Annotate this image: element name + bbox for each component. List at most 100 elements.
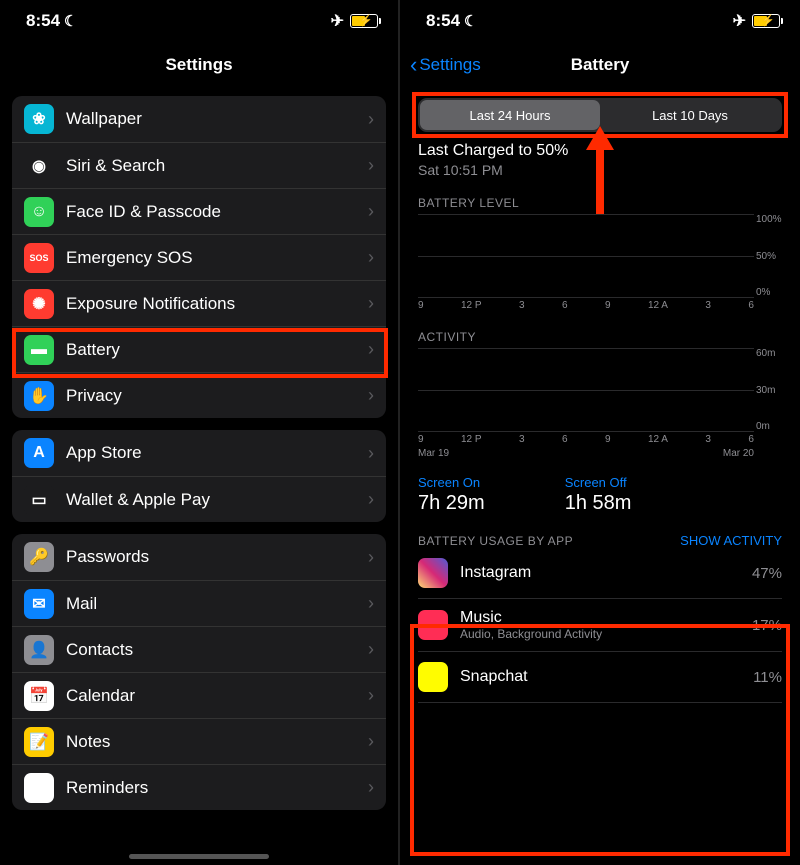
usage-row[interactable]: MusicAudio, Background Activity17%	[418, 599, 782, 652]
siri-icon: ◉	[24, 151, 54, 181]
usage-row[interactable]: Instagram47%	[418, 548, 782, 599]
battery-screen: 8:54☾ ✈ ⚡ ‹Settings Battery Last 24 Hour…	[400, 0, 800, 865]
nav-bar: ‹Settings Battery	[400, 42, 800, 88]
privacy-icon: ✋	[24, 381, 54, 411]
home-indicator[interactable]	[129, 854, 269, 859]
page-title: Battery	[571, 55, 630, 75]
screen-off-value: 1h 58m	[565, 492, 632, 515]
back-button[interactable]: ‹Settings	[410, 52, 481, 78]
screen-on-label: Screen On	[418, 475, 485, 490]
chevron-left-icon: ‹	[410, 52, 417, 78]
calendar-icon: 📅	[24, 681, 54, 711]
status-bar: 8:54☾ ✈ ⚡	[400, 0, 800, 42]
chevron-right-icon: ›	[368, 385, 374, 406]
row-privacy[interactable]: ✋Privacy›	[12, 372, 386, 418]
row-label: Face ID & Passcode	[66, 202, 368, 222]
row-passwords[interactable]: 🔑 Passwords›	[12, 534, 386, 580]
appstore-icon: A	[24, 438, 54, 468]
screen-time-row: Screen On 7h 29m Screen Off 1h 58m	[418, 475, 782, 515]
chevron-right-icon: ›	[368, 201, 374, 222]
chevron-right-icon: ›	[368, 639, 374, 660]
reminders-icon: ☑	[24, 773, 54, 803]
row-label: Reminders	[66, 778, 368, 798]
row-notes[interactable]: 📝Notes›	[12, 718, 386, 764]
app-icon	[418, 558, 448, 588]
row-label: Wallet & Apple Pay	[66, 490, 368, 510]
chevron-right-icon: ›	[368, 547, 374, 568]
row-label: Siri & Search	[66, 156, 368, 176]
row-sos[interactable]: SOS Emergency SOS›	[12, 234, 386, 280]
airplane-icon: ✈	[733, 11, 746, 31]
status-bar: 8:54☾ ✈ ⚡	[0, 0, 398, 42]
row-calendar[interactable]: 📅 Calendar›	[12, 672, 386, 718]
app-name: Instagram	[460, 564, 752, 582]
row-label: Wallpaper	[66, 109, 368, 129]
chevron-right-icon: ›	[368, 109, 374, 130]
settings-list[interactable]: ❀Wallpaper›◉Siri & Search›☺Face ID & Pas…	[0, 88, 398, 865]
notes-icon: 📝	[24, 727, 54, 757]
row-wallet[interactable]: ▭ Wallet & Apple Pay›	[12, 476, 386, 522]
usage-list: Instagram47%MusicAudio, Background Activ…	[418, 548, 782, 703]
moon-icon: ☾	[64, 13, 77, 30]
seg-10d[interactable]: Last 10 Days	[600, 100, 780, 130]
show-activity-button[interactable]: SHOW ACTIVITY	[680, 533, 782, 548]
airplane-icon: ✈	[331, 11, 344, 31]
chevron-right-icon: ›	[368, 593, 374, 614]
battery-level-chart: 100%50%0% 912 P36912 A36	[418, 214, 782, 312]
moon-icon: ☾	[464, 13, 477, 30]
app-pct: 17%	[752, 617, 782, 634]
app-name: Snapchat	[460, 668, 753, 686]
activity-chart: 60m30m0m 912 P36912 A36	[418, 348, 782, 446]
row-label: Battery	[66, 340, 368, 360]
date-labels: Mar 19Mar 20	[418, 448, 782, 459]
row-wallpaper[interactable]: ❀Wallpaper›	[12, 96, 386, 142]
app-name: Music	[460, 609, 752, 627]
chevron-right-icon: ›	[368, 247, 374, 268]
battery-content[interactable]: Last 24 Hours Last 10 Days Last Charged …	[400, 88, 800, 703]
row-siri[interactable]: ◉Siri & Search›	[12, 142, 386, 188]
contacts-icon: 👤	[24, 635, 54, 665]
row-label: Calendar	[66, 686, 368, 706]
app-sub: Audio, Background Activity	[460, 627, 752, 641]
chevron-right-icon: ›	[368, 685, 374, 706]
row-label: Mail	[66, 594, 368, 614]
sos-icon: SOS	[24, 243, 54, 273]
status-time: 8:54☾	[26, 11, 77, 31]
row-label: Emergency SOS	[66, 248, 368, 268]
seg-24h[interactable]: Last 24 Hours	[420, 100, 600, 130]
chevron-right-icon: ›	[368, 339, 374, 360]
screen-off-label: Screen Off	[565, 475, 632, 490]
arrow-annotation	[580, 126, 620, 216]
row-label: Passwords	[66, 547, 368, 567]
row-battery[interactable]: ▬Battery›	[12, 326, 386, 372]
settings-screen: 8:54☾ ✈ ⚡ Settings ❀Wallpaper› ◉ Siri & Se…	[0, 0, 400, 865]
usage-header: BATTERY USAGE BY APP SHOW ACTIVITY	[418, 533, 782, 548]
app-icon	[418, 662, 448, 692]
section-activity: ACTIVITY	[418, 330, 782, 344]
row-contacts[interactable]: 👤Contacts›	[12, 626, 386, 672]
wallet-icon: ▭	[24, 485, 54, 515]
row-label: Notes	[66, 732, 368, 752]
screen-on-value: 7h 29m	[418, 492, 485, 515]
usage-row[interactable]: Snapchat11%	[418, 652, 782, 703]
chevron-right-icon: ›	[368, 443, 374, 464]
row-reminders[interactable]: ☑ Reminders›	[12, 764, 386, 810]
row-faceid[interactable]: ☺Face ID & Passcode›	[12, 188, 386, 234]
app-icon	[418, 610, 448, 640]
battery-icon: ⚡	[752, 14, 780, 28]
chevron-right-icon: ›	[368, 489, 374, 510]
page-title: Settings	[165, 55, 232, 75]
row-mail[interactable]: ✉ Mail›	[12, 580, 386, 626]
battery-icon: ⚡	[350, 14, 378, 28]
row-label: Exposure Notifications	[66, 294, 368, 314]
row-appstore[interactable]: AApp Store›	[12, 430, 386, 476]
mail-icon: ✉	[24, 589, 54, 619]
app-pct: 11%	[753, 669, 782, 686]
nav-bar: Settings	[0, 42, 398, 88]
chevron-right-icon: ›	[368, 777, 374, 798]
row-exposure[interactable]: ✺ Exposure Notifications›	[12, 280, 386, 326]
chevron-right-icon: ›	[368, 293, 374, 314]
passwords-icon: 🔑	[24, 542, 54, 572]
exposure-icon: ✺	[24, 289, 54, 319]
status-time: 8:54☾	[426, 11, 477, 31]
